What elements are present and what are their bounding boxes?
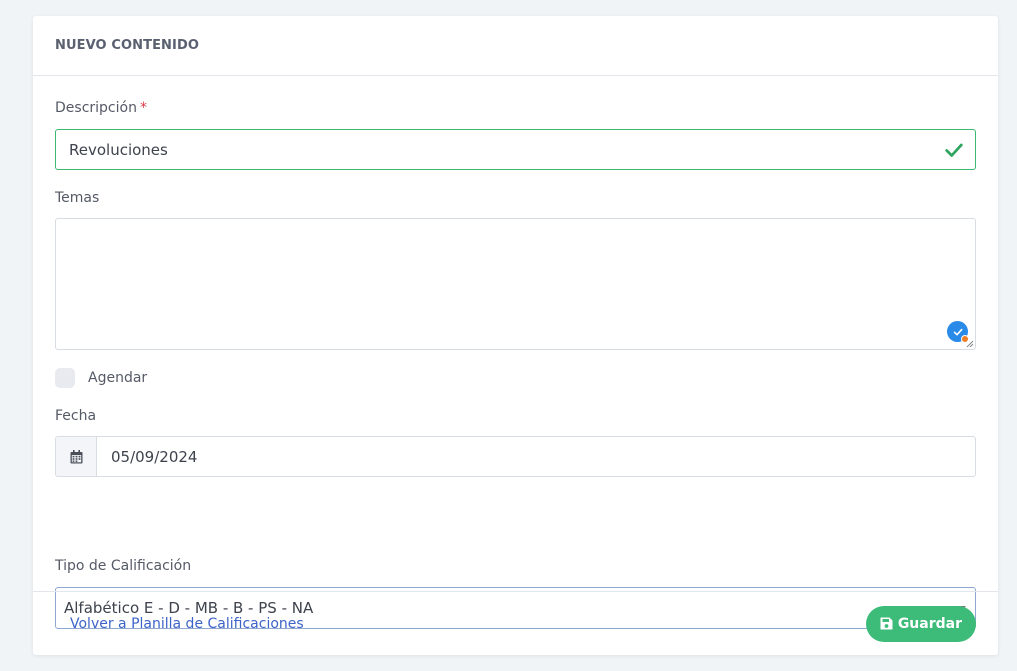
descripcion-input[interactable]: Revoluciones	[55, 129, 976, 170]
tipo-calificacion-label: Tipo de Calificación	[55, 558, 192, 574]
required-mark: *	[139, 100, 147, 116]
calendar-icon	[70, 449, 82, 463]
agendar-toggle-row[interactable]: Agendar	[55, 368, 147, 388]
grammar-checker-icon[interactable]	[947, 321, 969, 343]
fecha-value[interactable]: 05/09/2024	[97, 437, 197, 476]
fecha-label: Fecha	[55, 408, 97, 424]
card-title: NUEVO CONTENIDO	[55, 38, 200, 53]
resize-grip-icon[interactable]	[966, 340, 974, 348]
descripcion-label: Descripción *	[55, 100, 147, 116]
descripcion-value: Revoluciones	[69, 140, 168, 159]
fecha-input-group[interactable]: 05/09/2024	[55, 436, 976, 477]
save-button[interactable]: Guardar	[865, 605, 976, 642]
save-button-label: Guardar	[897, 615, 962, 632]
descripcion-label-text: Descripción	[55, 100, 137, 116]
calendar-addon[interactable]	[56, 437, 97, 476]
check-icon	[945, 143, 963, 157]
agendar-checkbox[interactable]	[55, 368, 75, 388]
card-header: NUEVO CONTENIDO	[33, 16, 998, 76]
agendar-label: Agendar	[88, 370, 148, 386]
back-to-gradebook-link[interactable]: Volver a Planilla de Calificaciones	[70, 616, 304, 632]
new-content-card: NUEVO CONTENIDO Descripción * Revolucione…	[33, 16, 998, 655]
card-footer: Volver a Planilla de Calificaciones Guar…	[33, 591, 998, 655]
floppy-disk-icon	[880, 617, 893, 630]
temas-textarea[interactable]	[55, 218, 976, 350]
temas-label: Temas	[55, 190, 100, 206]
